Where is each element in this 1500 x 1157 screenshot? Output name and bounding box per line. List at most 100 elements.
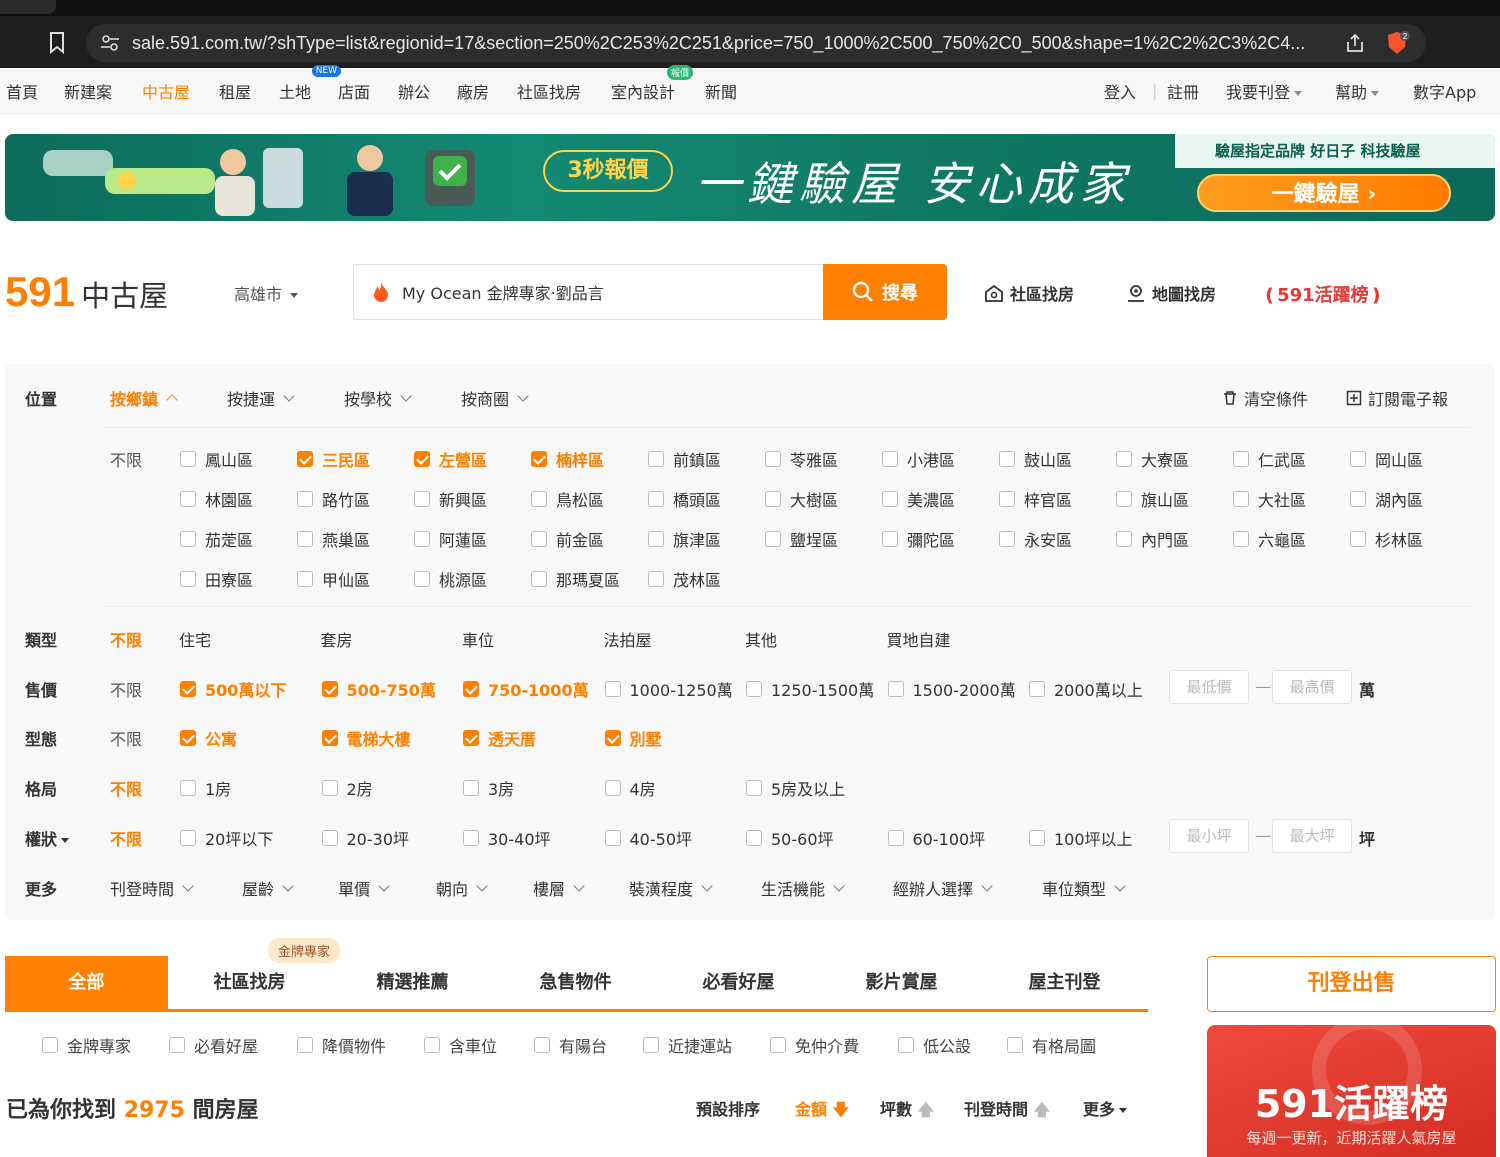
tab-all[interactable]: 全部 — [5, 956, 168, 1009]
quick-filter-checkbox[interactable]: 必看好屋 — [169, 1033, 258, 1057]
checkbox-icon[interactable] — [1350, 451, 1366, 467]
map-search-link[interactable]: 地圖找房 — [1126, 281, 1216, 305]
login-link[interactable]: 登入 — [1104, 79, 1136, 103]
checkbox-icon[interactable] — [643, 1037, 659, 1053]
checkbox-icon[interactable] — [898, 1037, 914, 1053]
tab-by-school[interactable]: 按學校 — [344, 386, 412, 410]
city-selector[interactable]: 高雄市 — [234, 281, 299, 305]
checkbox-icon[interactable] — [1350, 531, 1366, 547]
quick-filter-checkbox[interactable]: 有格局圖 — [1007, 1033, 1096, 1057]
quick-filter-checkbox[interactable]: 有陽台 — [534, 1033, 607, 1057]
area-option[interactable]: 100坪以上 — [1029, 826, 1133, 850]
search-input[interactable] — [354, 265, 824, 319]
more-filter-dropdown[interactable]: 朝向 — [436, 876, 488, 900]
tab-video[interactable]: 影片賞屋 — [820, 956, 983, 1009]
checkbox-icon[interactable] — [297, 1037, 313, 1053]
hot-rank-card[interactable]: 591活躍榜 每週一更新，近期活躍人氣房屋 — [1207, 1025, 1496, 1157]
nav-land[interactable]: 土地 NEW — [279, 64, 342, 103]
district-option[interactable]: 茄萣區 — [180, 527, 253, 551]
district-option[interactable]: 阿蓮區 — [414, 527, 487, 551]
help-menu[interactable]: 幫助 — [1335, 79, 1380, 103]
checkbox-icon[interactable] — [887, 681, 904, 697]
more-filter-dropdown[interactable]: 單價 — [338, 876, 390, 900]
area-label[interactable]: 權狀 — [25, 826, 70, 850]
checkbox-icon[interactable] — [180, 531, 196, 547]
tab-by-district[interactable]: 按鄉鎮 — [110, 386, 178, 410]
sort-time[interactable]: 刊登時間 🡅 — [964, 1096, 1050, 1126]
checkbox-checked-icon[interactable] — [180, 681, 196, 697]
district-option[interactable]: 美濃區 — [882, 487, 955, 511]
shape-option[interactable]: 別墅 — [604, 726, 662, 750]
checkbox-icon[interactable] — [887, 830, 904, 846]
quick-filter-checkbox[interactable]: 免仲介費 — [770, 1033, 859, 1057]
district-option[interactable]: 前金區 — [531, 527, 604, 551]
checkbox-checked-icon[interactable] — [414, 451, 430, 467]
price-option[interactable]: 1250-1500萬 — [746, 677, 874, 701]
checkbox-icon[interactable] — [180, 830, 196, 846]
checkbox-icon[interactable] — [531, 531, 547, 547]
district-option[interactable]: 茂林區 — [648, 567, 721, 591]
checkbox-icon[interactable] — [765, 451, 781, 467]
district-option[interactable]: 大樹區 — [765, 487, 838, 511]
price-option[interactable]: 1500-2000萬 — [887, 677, 1016, 701]
district-option[interactable]: 路竹區 — [297, 487, 370, 511]
district-option[interactable]: 鼓山區 — [999, 447, 1072, 471]
checkbox-icon[interactable] — [414, 491, 430, 507]
checkbox-checked-icon[interactable] — [180, 730, 196, 746]
district-option[interactable]: 小港區 — [882, 447, 955, 471]
checkbox-icon[interactable] — [531, 571, 547, 587]
checkbox-icon[interactable] — [648, 491, 664, 507]
site-settings-icon[interactable] — [100, 34, 120, 52]
register-link[interactable]: 註冊 — [1167, 79, 1199, 103]
checkbox-icon[interactable] — [1350, 491, 1366, 507]
checkbox-icon[interactable] — [180, 571, 196, 587]
quick-filter-checkbox[interactable]: 低公設 — [898, 1033, 971, 1057]
nav-factory[interactable]: 廠房 — [457, 79, 489, 103]
checkbox-icon[interactable] — [424, 1037, 440, 1053]
district-unlimited[interactable]: 不限 — [110, 447, 142, 471]
more-filter-dropdown[interactable]: 樓層 — [533, 876, 585, 900]
checkbox-icon[interactable] — [770, 1037, 786, 1053]
shape-option[interactable]: 透天厝 — [463, 726, 536, 750]
nav-rent[interactable]: 租屋 — [219, 79, 251, 103]
max-area-input[interactable]: 最大坪 — [1272, 819, 1352, 853]
price-option[interactable]: 500萬以下 — [180, 677, 286, 701]
checkbox-icon[interactable] — [321, 830, 338, 846]
checkbox-icon[interactable] — [765, 491, 781, 507]
layout-option[interactable]: 1房 — [180, 776, 231, 800]
more-filter-dropdown[interactable]: 生活機能 — [761, 876, 845, 900]
checkbox-icon[interactable] — [414, 571, 430, 587]
max-price-input[interactable]: 最高價 — [1272, 670, 1352, 704]
promo-banner[interactable]: 3秒報價 一鍵驗屋 安心成家 驗屋指定品牌 好日子 科技驗屋 一鍵驗屋 › — [5, 134, 1495, 221]
district-option[interactable]: 左營區 — [414, 447, 487, 471]
district-option[interactable]: 林園區 — [180, 487, 253, 511]
more-filter-dropdown[interactable]: 經辦人選擇 — [893, 876, 993, 900]
district-option[interactable]: 楠梓區 — [531, 447, 604, 471]
price-unlimited[interactable]: 不限 — [110, 677, 142, 701]
shape-option[interactable]: 公寓 — [180, 726, 237, 750]
price-option[interactable]: 2000萬以上 — [1029, 677, 1143, 701]
district-option[interactable]: 內門區 — [1116, 527, 1189, 551]
shape-option[interactable]: 電梯大樓 — [321, 726, 411, 750]
browser-tab[interactable] — [0, 0, 56, 14]
type-option[interactable]: 法拍屋 — [604, 627, 652, 651]
min-price-input[interactable]: 最低價 — [1169, 670, 1249, 704]
area-option[interactable]: 20-30坪 — [321, 826, 409, 850]
checkbox-icon[interactable] — [1029, 830, 1045, 846]
nav-resale[interactable]: 中古屋 — [142, 79, 190, 103]
address-bar[interactable]: sale.591.com.tw/?shType=list&regionid=17… — [86, 24, 1426, 62]
checkbox-checked-icon[interactable] — [531, 451, 547, 467]
layout-unlimited[interactable]: 不限 — [110, 776, 142, 800]
search-button[interactable]: 搜尋 — [823, 264, 947, 320]
layout-option[interactable]: 4房 — [604, 776, 656, 800]
brave-shield-icon[interactable]: 2 — [1384, 30, 1410, 56]
checkbox-icon[interactable] — [321, 780, 338, 796]
checkbox-icon[interactable] — [765, 531, 781, 547]
digital-app-link[interactable]: 數字App — [1413, 79, 1476, 103]
checkbox-icon[interactable] — [297, 571, 313, 587]
checkbox-icon[interactable] — [746, 681, 762, 697]
checkbox-checked-icon[interactable] — [604, 730, 621, 746]
area-option[interactable]: 50-60坪 — [746, 826, 834, 850]
district-option[interactable]: 湖內區 — [1350, 487, 1423, 511]
nav-community[interactable]: 社區找房 — [517, 79, 581, 103]
